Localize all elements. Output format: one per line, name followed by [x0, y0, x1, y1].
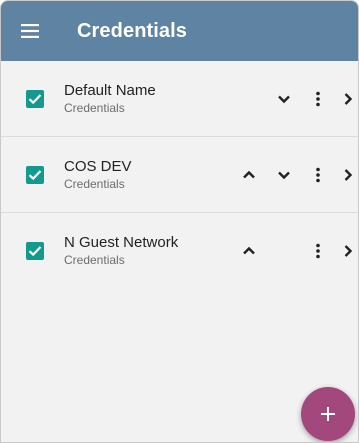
credential-checkbox[interactable]	[26, 90, 44, 108]
credential-text: COS DEV Credentials	[64, 158, 132, 192]
chevron-up-icon	[243, 246, 255, 255]
credential-name: Default Name	[64, 82, 156, 99]
chevron-down-icon	[278, 95, 290, 104]
credential-name: N Guest Network	[64, 234, 179, 251]
page-title: Credentials	[77, 19, 188, 42]
checkbox-checked-icon	[28, 170, 42, 181]
app-window: Credentials Default Name Credentials COS…	[0, 0, 359, 443]
hamburger-menu-icon	[21, 24, 39, 38]
chevron-right-icon	[344, 169, 353, 181]
chevron-up-icon	[243, 170, 255, 179]
credential-text: Default Name Credentials	[64, 82, 156, 116]
move-up-button[interactable]	[237, 160, 261, 190]
credential-subtitle: Credentials	[64, 101, 125, 115]
move-down-button[interactable]	[272, 160, 296, 190]
credentials-list: Default Name Credentials COS DEV Credent…	[1, 61, 358, 288]
credential-row[interactable]: N Guest Network Credentials	[1, 213, 358, 288]
more-vertical-icon	[316, 243, 320, 259]
credential-subtitle: Credentials	[64, 177, 125, 191]
credential-text: N Guest Network Credentials	[64, 234, 178, 268]
more-options-button[interactable]	[306, 160, 330, 190]
checkbox-checked-icon	[28, 94, 42, 105]
open-credential-button[interactable]	[336, 236, 358, 266]
move-up-button[interactable]	[237, 236, 261, 266]
credential-checkbox[interactable]	[26, 166, 44, 184]
more-vertical-icon	[316, 91, 320, 107]
chevron-right-icon	[344, 93, 353, 105]
chevron-down-icon	[278, 171, 290, 180]
move-down-button[interactable]	[272, 84, 296, 114]
credential-row[interactable]: COS DEV Credentials	[1, 137, 358, 213]
more-options-button[interactable]	[306, 84, 330, 114]
credential-row[interactable]: Default Name Credentials	[1, 61, 358, 137]
open-credential-button[interactable]	[336, 160, 358, 190]
open-credential-button[interactable]	[336, 84, 358, 114]
add-credential-button[interactable]	[301, 387, 355, 441]
plus-icon	[321, 407, 335, 421]
checkbox-checked-icon	[28, 246, 42, 257]
credential-checkbox[interactable]	[26, 242, 44, 260]
credential-name: COS DEV	[64, 158, 132, 175]
menu-button[interactable]	[1, 1, 59, 61]
chevron-right-icon	[344, 245, 353, 257]
more-options-button[interactable]	[306, 236, 330, 266]
app-bar: Credentials	[1, 1, 358, 61]
more-vertical-icon	[316, 167, 320, 183]
credential-subtitle: Credentials	[64, 253, 125, 267]
